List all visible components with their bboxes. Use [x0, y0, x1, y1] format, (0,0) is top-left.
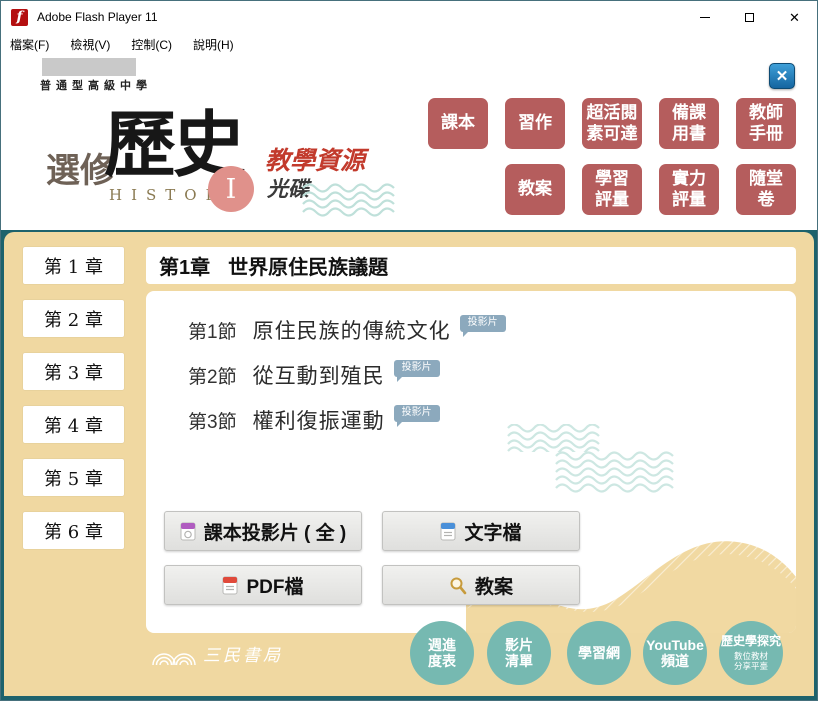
window-controls: ✕: [682, 1, 817, 33]
wave-decoration: [301, 183, 405, 217]
resource-button-reading[interactable]: 超活閱 素可達: [582, 98, 642, 149]
menu-view[interactable]: 檢視(V): [70, 36, 110, 53]
flash-player-icon: f: [11, 9, 28, 26]
maximize-icon: [745, 13, 754, 22]
chapter-nav-3[interactable]: 第 3 章: [23, 353, 124, 390]
section-number: 第2節: [188, 362, 237, 389]
publisher-logo: 三民書局: [151, 641, 283, 666]
section-row-2[interactable]: 第2節 從互動到殖民 投影片: [188, 360, 440, 390]
pdf-file-button[interactable]: PDF檔: [164, 565, 362, 605]
section-number: 第1節: [188, 317, 237, 344]
resource-button-lesson-plan[interactable]: 教案: [505, 164, 565, 215]
slides-tag[interactable]: 投影片: [460, 315, 506, 332]
rainbow-arches-icon: [151, 649, 197, 666]
youtube-channel-button[interactable]: YouTube 頻道: [643, 621, 707, 685]
history-inquiry-label: 歷史學探究: [721, 635, 781, 649]
flash-player-window: f Adobe Flash Player 11 ✕ 檔案(F) 檢視(V) 控制…: [0, 0, 818, 701]
chapter-nav-6[interactable]: 第 6 章: [23, 512, 124, 549]
resource-button-teacher-manual[interactable]: 教師 手冊: [736, 98, 796, 149]
close-x-icon: ✕: [776, 67, 789, 85]
pdf-file-label: PDF檔: [246, 572, 303, 599]
slides-all-button[interactable]: 課本投影片 ( 全 ): [164, 511, 362, 551]
minimize-button[interactable]: [682, 1, 727, 33]
slides-tag[interactable]: 投影片: [394, 360, 440, 377]
menu-bar: 檔案(F) 檢視(V) 控制(C) 說明(H): [1, 33, 817, 55]
text-file-button[interactable]: 文字檔: [382, 511, 580, 551]
maximize-button[interactable]: [727, 1, 772, 33]
resource-button-workbook[interactable]: 習作: [505, 98, 565, 149]
hill-decoration: [466, 481, 796, 633]
slides-all-label: 課本投影片 ( 全 ): [204, 518, 347, 545]
resource-label: 教學資源: [265, 141, 365, 177]
pdf-file-icon: [222, 576, 238, 595]
menu-help[interactable]: 說明(H): [193, 36, 234, 53]
resource-button-textbook[interactable]: 課本: [428, 98, 488, 149]
menu-control[interactable]: 控制(C): [131, 36, 172, 53]
slides-tag[interactable]: 投影片: [394, 405, 440, 422]
text-file-label: 文字檔: [464, 518, 521, 545]
wave-decoration: [506, 424, 610, 452]
flash-stage: 普通型高級中學 選修 歷史 HISTORY I 教學資源 光碟 ✕ 課本 習作 …: [1, 55, 817, 700]
content-close-button[interactable]: ✕: [769, 63, 795, 89]
history-inquiry-sublabel: 數位教材 分享平臺: [734, 651, 768, 671]
minimize-icon: [700, 17, 710, 18]
resource-button-learning-assessment[interactable]: 學習 評量: [582, 164, 642, 215]
window-title: Adobe Flash Player 11: [37, 10, 158, 24]
magnifier-icon: [449, 576, 467, 595]
close-icon: ✕: [789, 11, 800, 24]
resource-button-quiz-sheet[interactable]: 隨堂 卷: [736, 164, 796, 215]
section-title: 權利復振運動: [253, 405, 385, 435]
disc-label: 光碟: [267, 173, 309, 203]
chapter-nav-2[interactable]: 第 2 章: [23, 300, 124, 337]
volume-number: I: [226, 174, 237, 205]
volume-badge: I: [208, 166, 254, 212]
section-row-1[interactable]: 第1節 原住民族的傳統文化 投影片: [188, 315, 506, 345]
close-button[interactable]: ✕: [772, 1, 817, 33]
school-name: 普通型高級中學: [40, 77, 152, 93]
wave-decoration: [554, 451, 687, 493]
ppt-file-icon: [180, 522, 196, 541]
chapter-nav-1[interactable]: 第 1 章: [23, 247, 124, 284]
learning-web-button[interactable]: 學習網: [567, 621, 631, 685]
video-list-button[interactable]: 影片 清單: [487, 621, 551, 685]
section-row-3[interactable]: 第3節 權利復振運動 投影片: [188, 405, 440, 435]
chapter-nav-4[interactable]: 第 4 章: [23, 406, 124, 443]
lesson-plan-button[interactable]: 教案: [382, 565, 580, 605]
publisher-name: 三民書局: [203, 641, 283, 666]
history-inquiry-button[interactable]: 歷史學探究 數位教材 分享平臺: [719, 621, 783, 685]
section-number: 第3節: [188, 407, 237, 434]
lesson-plan-label: 教案: [475, 572, 513, 599]
chapter-nav-5[interactable]: 第 5 章: [23, 459, 124, 496]
section-title: 從互動到殖民: [253, 360, 385, 390]
resource-button-ability-assessment[interactable]: 實力 評量: [659, 164, 719, 215]
chapter-title-bar: 第1章 世界原住民族議題: [146, 247, 796, 284]
school-logo: [42, 58, 136, 76]
title-bar: f Adobe Flash Player 11 ✕: [1, 1, 817, 33]
weekly-schedule-button[interactable]: 週進 度表: [410, 621, 474, 685]
resource-button-prep-book[interactable]: 備課 用書: [659, 98, 719, 149]
menu-file[interactable]: 檔案(F): [10, 36, 49, 53]
section-title: 原住民族的傳統文化: [253, 315, 451, 345]
chapter-title: 世界原住民族議題: [228, 251, 388, 280]
doc-file-icon: [440, 522, 456, 541]
chapter-number: 第1章: [159, 251, 210, 280]
chapter-panel: 第1節 原住民族的傳統文化 投影片 第2節 從互動到殖民 投影片 第3節 權利復…: [146, 291, 796, 633]
